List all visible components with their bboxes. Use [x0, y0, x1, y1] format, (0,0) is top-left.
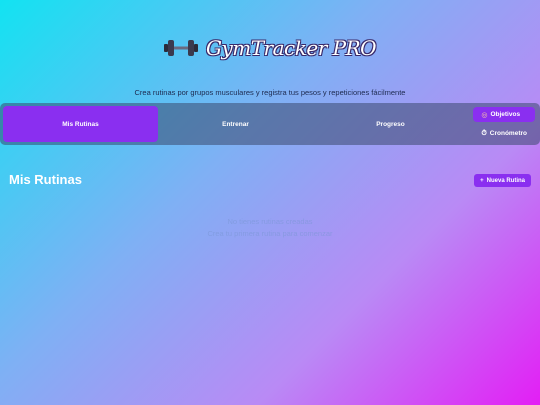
- tab-entrenar[interactable]: Entrenar: [158, 106, 313, 142]
- empty-state-hint: Crea tu primera rutina para comenzar: [207, 229, 333, 238]
- objetivos-button[interactable]: ◎ Objetivos: [473, 107, 535, 122]
- plus-icon: +: [480, 177, 484, 184]
- new-routine-label: Nueva Rutina: [486, 177, 525, 184]
- dumbbell-icon: [163, 40, 198, 56]
- main-nav: Mis Rutinas Entrenar Progreso ◎ Objetivo…: [0, 103, 540, 145]
- target-icon: ◎: [481, 111, 488, 119]
- app-header: GymTracker PRO: [0, 28, 540, 68]
- app-title: GymTracker PRO: [205, 36, 377, 60]
- stopwatch-icon: ⏱: [481, 129, 487, 137]
- tab-mis-rutinas[interactable]: Mis Rutinas: [3, 106, 158, 142]
- cronometro-label: Cronómetro: [489, 130, 527, 137]
- objetivos-label: Objetivos: [490, 111, 521, 118]
- tab-progreso[interactable]: Progreso: [313, 106, 468, 142]
- cronometro-button[interactable]: ⏱ Cronómetro: [473, 126, 535, 141]
- app-subtitle: Crea rutinas por grupos musculares y reg…: [134, 88, 406, 97]
- section-title: Mis Rutinas: [9, 172, 82, 187]
- empty-state: No tienes rutinas creadas Crea tu primer…: [0, 216, 540, 240]
- new-routine-button[interactable]: + Nueva Rutina: [474, 174, 531, 187]
- empty-state-title: No tienes rutinas creadas: [227, 217, 313, 226]
